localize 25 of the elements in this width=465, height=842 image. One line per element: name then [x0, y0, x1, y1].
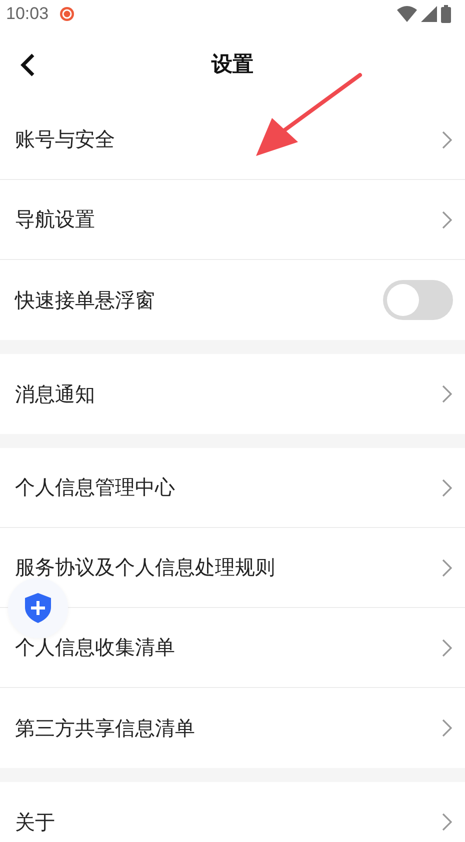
chevron-icon	[441, 130, 453, 150]
chevron-icon	[441, 384, 453, 404]
menu-item[interactable]: 关于	[15, 808, 55, 836]
menu-item[interactable]: 消息通知	[15, 380, 95, 408]
menu-item[interactable]: 导航设置	[15, 206, 95, 233]
chevron-icon	[441, 210, 453, 230]
wifi-icon	[397, 6, 417, 22]
status-time: 10:03	[6, 4, 49, 24]
chevron-icon	[441, 638, 453, 658]
chevron-icon	[441, 558, 453, 578]
signal-icon	[421, 6, 437, 22]
chevron-icon	[441, 812, 453, 832]
battery-icon	[441, 5, 451, 23]
menu-item[interactable]: 第三方共享信息清单	[15, 714, 195, 742]
shield-plus-icon	[24, 592, 52, 624]
chevron-icon	[441, 718, 453, 738]
toggle-switch[interactable]	[383, 280, 453, 320]
chevron-icon	[441, 478, 453, 498]
page-title: 设置	[212, 51, 254, 78]
app-notification-icon	[58, 6, 75, 22]
menu-item[interactable]: 个人信息收集清单	[15, 634, 175, 661]
setting-label: 快速接单悬浮窗	[15, 286, 155, 314]
menu-item[interactable]: 个人信息管理中心	[15, 474, 175, 501]
menu-item[interactable]: 服务协议及个人信息处理规则	[15, 554, 275, 581]
menu-item[interactable]: 账号与安全	[15, 126, 115, 153]
